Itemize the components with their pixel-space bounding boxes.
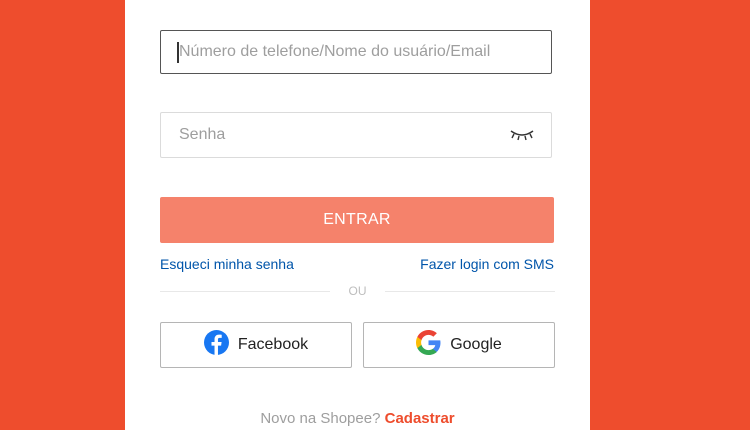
facebook-login-button[interactable]: Facebook (160, 322, 352, 368)
facebook-label: Facebook (237, 336, 309, 353)
google-login-button[interactable]: Google (363, 322, 555, 368)
username-input[interactable] (161, 31, 551, 73)
password-field[interactable] (160, 112, 552, 158)
login-card: ENTRAR Esqueci minha senha Fazer login c… (125, 0, 590, 430)
password-input[interactable] (161, 113, 551, 157)
username-field[interactable] (160, 30, 552, 74)
signup-prompt: Novo na Shopee? Cadastrar (125, 410, 590, 427)
sms-login-link[interactable]: Fazer login com SMS (420, 256, 554, 272)
signup-link[interactable]: Cadastrar (385, 410, 455, 427)
facebook-icon (203, 330, 229, 360)
eye-closed-icon[interactable] (509, 127, 535, 143)
signup-prompt-text: Novo na Shopee? (260, 410, 381, 427)
divider-right (385, 291, 555, 292)
login-button[interactable]: ENTRAR (160, 197, 554, 243)
google-label: Google (450, 336, 502, 353)
google-icon (416, 330, 441, 360)
forgot-password-link[interactable]: Esqueci minha senha (160, 256, 294, 272)
